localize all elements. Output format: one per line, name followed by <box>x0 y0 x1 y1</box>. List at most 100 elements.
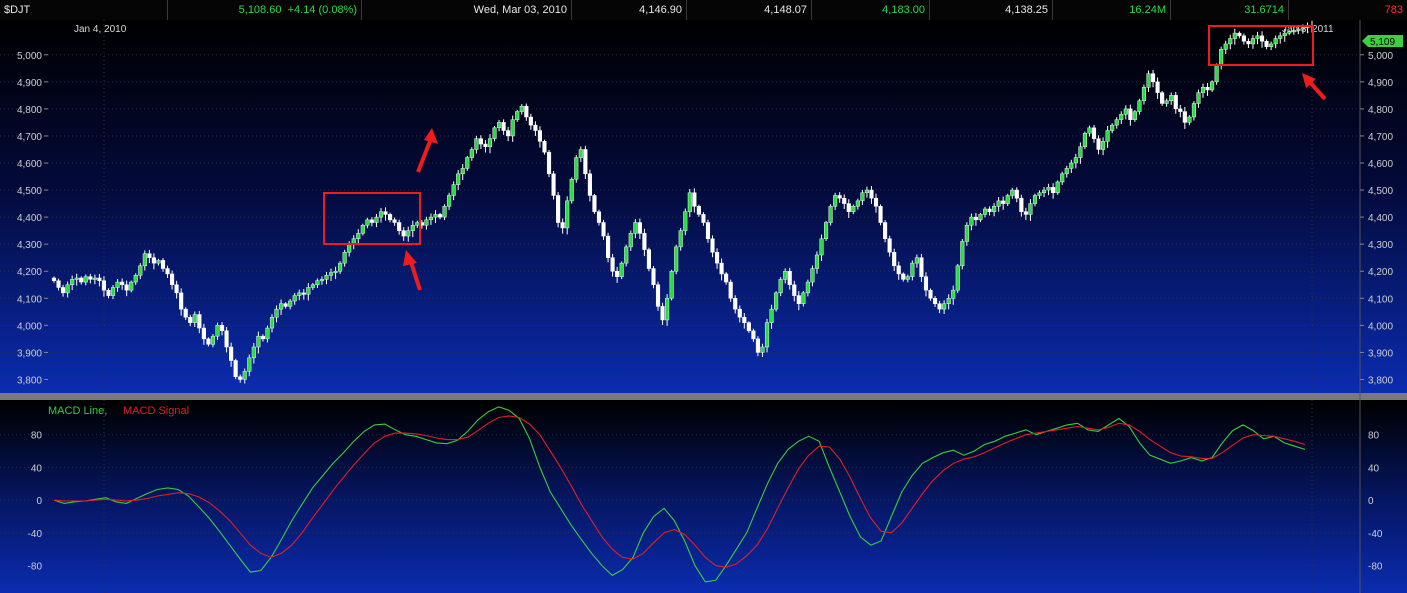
candle-body <box>1273 38 1278 45</box>
candle-body <box>1064 168 1069 175</box>
price-tick-label-right: 4,300 <box>1368 240 1393 251</box>
candle-body <box>97 277 102 281</box>
candle-body <box>1187 116 1192 123</box>
candle-body <box>165 268 170 275</box>
candle-body <box>551 173 556 196</box>
candle-body <box>224 330 229 348</box>
macd-tick-label-right: 80 <box>1368 431 1380 442</box>
candle-body <box>669 270 674 299</box>
price-tick-label-right: 3,800 <box>1368 375 1393 386</box>
candle-body <box>297 292 302 296</box>
candle-body <box>783 270 788 280</box>
candle-body <box>242 371 247 380</box>
candle-body <box>542 141 547 153</box>
candle-body <box>1082 132 1087 148</box>
candle-body <box>951 289 956 299</box>
candle-body <box>129 281 134 291</box>
panel-splitter[interactable] <box>0 393 1407 400</box>
candle-body <box>578 149 583 158</box>
candle-body <box>846 203 851 212</box>
price-tick-label-left: 4,100 <box>17 294 42 305</box>
candle-body <box>101 280 107 291</box>
candle-body <box>474 138 479 150</box>
candle-body <box>896 265 901 275</box>
candle-body <box>655 284 661 307</box>
candle-body <box>1087 127 1092 134</box>
candle-body <box>1060 173 1065 183</box>
macd-tick-label-right: 0 <box>1368 496 1374 507</box>
candle-body <box>724 273 729 283</box>
candle-body <box>864 189 869 194</box>
candle-body <box>1041 189 1047 194</box>
candle-body <box>528 116 533 126</box>
candle-body <box>1110 124 1115 131</box>
candle-body <box>1250 38 1256 45</box>
candle-body <box>1005 195 1010 204</box>
candle-body <box>1178 108 1183 112</box>
price-tick-label-left: 3,900 <box>17 348 42 359</box>
candle-body <box>1173 95 1178 110</box>
candle-body <box>1096 138 1101 150</box>
price-tick-label-left: 4,500 <box>17 186 42 197</box>
candle-body <box>188 316 193 323</box>
macd-tick-label-right: -80 <box>1368 562 1383 573</box>
candle-body <box>433 214 438 218</box>
candle-body <box>487 138 493 148</box>
prev-close-cell: 4,148.07 <box>687 0 812 20</box>
candle-body <box>88 276 93 280</box>
candle-body <box>1023 211 1028 215</box>
candle-body <box>737 308 742 318</box>
price-tick-label-left: 4,700 <box>17 132 42 143</box>
candle-body <box>932 298 938 304</box>
candle-body <box>74 277 79 280</box>
candle-body <box>942 303 947 310</box>
candle-body <box>1205 86 1210 91</box>
candle-body <box>406 230 411 237</box>
candle-body <box>601 222 606 237</box>
candle-body <box>810 268 815 283</box>
candle-body <box>192 314 197 323</box>
candle-body <box>964 224 969 242</box>
candle-body <box>210 335 216 345</box>
candle-body <box>764 322 770 348</box>
candle-body <box>328 272 334 276</box>
candle-body <box>1101 141 1106 150</box>
candle-body <box>1114 119 1119 126</box>
candle-body <box>610 257 615 272</box>
candle-body <box>397 222 402 231</box>
candle-body <box>683 211 688 231</box>
candle-body <box>615 270 620 277</box>
candle-body <box>1128 108 1133 120</box>
candle-body <box>79 277 84 283</box>
date-cell: Wed, Mar 03, 2010 <box>362 0 572 20</box>
candle-body <box>1032 195 1038 204</box>
price-tick-label-left: 3,800 <box>17 375 42 386</box>
candle-body <box>415 222 420 226</box>
candle-body <box>338 262 343 272</box>
candle-body <box>120 281 125 286</box>
macd-signal-legend: MACD Signal <box>123 405 189 417</box>
candle-body <box>714 252 720 264</box>
candle-body <box>769 308 774 323</box>
macd-tick-label-left: 80 <box>31 431 43 442</box>
candle-body <box>1105 130 1110 142</box>
candle-body <box>483 143 488 148</box>
candle-body <box>524 105 529 118</box>
macd-tick-label-left: -80 <box>28 562 43 573</box>
candle-body <box>678 230 683 248</box>
symbol-cell[interactable]: $DJT <box>0 0 168 20</box>
candle-body <box>410 224 415 231</box>
candle-body <box>229 346 234 361</box>
candle-body <box>955 265 960 291</box>
candle-body <box>206 338 211 345</box>
candle-body <box>1155 81 1160 93</box>
macd-tick-label-left: 0 <box>36 496 42 507</box>
candle-body <box>251 346 256 359</box>
last-price-cell: 5,108.60 +4.14 (0.08%) <box>168 0 362 20</box>
candle-body <box>1123 108 1128 115</box>
candle-body <box>660 306 665 321</box>
candle-body <box>324 275 329 280</box>
candle-body <box>1164 100 1169 104</box>
price-tick-label-left: 5,000 <box>17 51 42 62</box>
candle-body <box>283 303 288 307</box>
